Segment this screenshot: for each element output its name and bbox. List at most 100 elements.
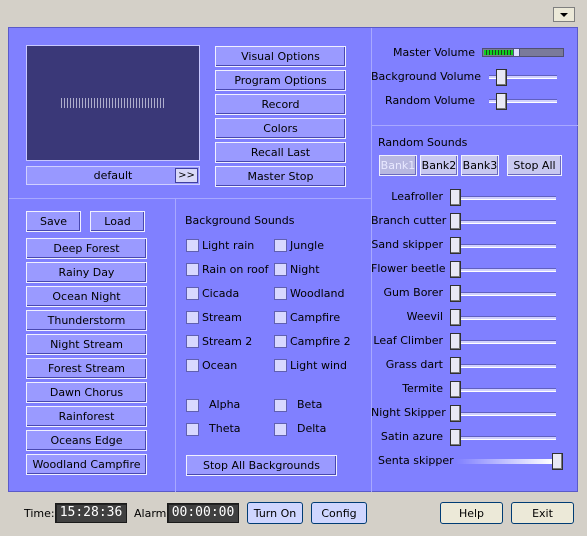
checkbox[interactable] [274, 423, 287, 436]
preset-rainforest-button[interactable]: Rainforest [26, 406, 147, 427]
alarm-display: 00:00:00 [167, 503, 239, 523]
preset-thunderstorm-button[interactable]: Thunderstorm [26, 310, 147, 331]
random-sound-label: Leaf Climber [373, 334, 443, 347]
background-sound-label: Campfire [290, 311, 341, 324]
random-sound-handle[interactable] [450, 333, 461, 350]
exit-button[interactable]: Exit [511, 502, 574, 524]
stop-all-backgrounds-button[interactable]: Stop All Backgrounds [186, 455, 337, 476]
random-sound-handle[interactable] [450, 285, 461, 302]
random-sound-label: Leafroller [391, 190, 443, 203]
random-sound-handle[interactable] [450, 213, 461, 230]
preset-forest-stream-button[interactable]: Forest Stream [26, 358, 147, 379]
random-sound-handle[interactable] [552, 453, 563, 470]
background-volume-handle[interactable] [496, 69, 507, 86]
checkbox[interactable] [186, 287, 199, 300]
preset-night-stream-button[interactable]: Night Stream [26, 334, 147, 355]
background-sound-label: Campfire 2 [290, 335, 351, 348]
random-sound-handle[interactable] [450, 237, 461, 254]
wave-beta-label: Beta [297, 398, 323, 411]
preset-dawn-chorus-button[interactable]: Dawn Chorus [26, 382, 147, 403]
preset-woodland-campfire-button[interactable]: Woodland Campfire [26, 454, 147, 475]
menu-dropdown-button[interactable] [553, 7, 575, 22]
bank1-button[interactable]: Bank1 [379, 155, 417, 176]
random-sound-handle[interactable] [450, 381, 461, 398]
random-sound-slider[interactable] [452, 244, 556, 248]
random-sound-slider[interactable] [452, 340, 556, 344]
random-sound-handle[interactable] [450, 357, 461, 374]
random-sound-slider[interactable] [452, 436, 556, 440]
wave-delta-label: Delta [297, 422, 327, 435]
random-sound-handle[interactable] [450, 261, 461, 278]
random-sound-slider[interactable] [452, 196, 556, 200]
main-panel: default >> Visual Options Program Option… [8, 27, 578, 492]
master-volume-handle[interactable] [513, 48, 520, 57]
load-button[interactable]: Load [90, 211, 145, 232]
checkbox[interactable] [274, 287, 287, 300]
checkbox[interactable] [274, 311, 287, 324]
random-sound-handle[interactable] [450, 405, 461, 422]
preset-deep-forest-button[interactable]: Deep Forest [26, 238, 147, 259]
bank2-button[interactable]: Bank2 [420, 155, 458, 176]
preset-rainy-day-button[interactable]: Rainy Day [26, 262, 147, 283]
checkbox[interactable] [186, 239, 199, 252]
master-volume-label: Master Volume [393, 46, 475, 59]
random-sound-handle[interactable] [450, 309, 461, 326]
turn-on-button[interactable]: Turn On [247, 502, 303, 524]
next-preset-button[interactable]: >> [175, 168, 198, 183]
checkbox[interactable] [274, 263, 287, 276]
colors-button[interactable]: Colors [215, 118, 346, 139]
random-sound-handle[interactable] [450, 189, 461, 206]
background-volume-label: Background Volume [371, 70, 482, 83]
divider [371, 125, 578, 126]
random-sound-slider[interactable] [452, 388, 556, 392]
random-sound-slider[interactable] [452, 292, 556, 296]
bank3-button[interactable]: Bank3 [461, 155, 499, 176]
record-button[interactable]: Record [215, 94, 346, 115]
checkbox[interactable] [186, 311, 199, 324]
master-volume-meter[interactable] [482, 48, 564, 57]
time-label: Time: [24, 507, 55, 520]
checkbox[interactable] [186, 423, 199, 436]
random-sound-label: Sand skipper [371, 238, 443, 251]
alarm-label: Alarm: [134, 507, 171, 520]
random-volume-handle[interactable] [496, 93, 507, 110]
master-stop-button[interactable]: Master Stop [215, 166, 346, 187]
random-sound-label: Flower beetle [371, 262, 446, 275]
random-sound-slider[interactable] [452, 316, 556, 320]
random-sound-slider[interactable] [452, 268, 556, 272]
random-sound-label: Branch cutter [371, 214, 447, 227]
window-topbar [0, 0, 587, 24]
preset-ocean-night-button[interactable]: Ocean Night [26, 286, 147, 307]
random-sound-label: Gum Borer [383, 286, 443, 299]
random-sounds-title: Random Sounds [378, 136, 468, 149]
stop-all-random-button[interactable]: Stop All [507, 155, 562, 176]
background-sound-label: Jungle [290, 239, 324, 252]
chevron-down-icon [560, 12, 568, 17]
program-options-button[interactable]: Program Options [215, 70, 346, 91]
config-button[interactable]: Config [311, 502, 367, 524]
random-sound-label: Senta skipper [378, 454, 454, 467]
random-sound-slider[interactable] [452, 220, 556, 224]
checkbox[interactable] [186, 359, 199, 372]
preset-oceans-edge-button[interactable]: Oceans Edge [26, 430, 147, 451]
save-button[interactable]: Save [26, 211, 81, 232]
random-sound-label: Satin azure [380, 430, 443, 443]
checkbox[interactable] [274, 359, 287, 372]
visual-options-button[interactable]: Visual Options [215, 46, 346, 67]
checkbox[interactable] [274, 335, 287, 348]
checkbox[interactable] [186, 263, 199, 276]
random-sound-slider[interactable] [452, 412, 556, 416]
checkbox[interactable] [186, 335, 199, 348]
random-sound-slider[interactable] [452, 364, 556, 368]
random-sound-handle[interactable] [450, 429, 461, 446]
checkbox[interactable] [186, 399, 199, 412]
recall-last-button[interactable]: Recall Last [215, 142, 346, 163]
time-display: 15:28:36 [55, 503, 127, 523]
random-sound-slider[interactable] [456, 459, 552, 464]
checkbox[interactable] [274, 239, 287, 252]
preset-name-display: default [26, 166, 200, 185]
checkbox[interactable] [274, 399, 287, 412]
help-button[interactable]: Help [440, 502, 503, 524]
divider [175, 199, 176, 492]
visual-preview-graphic [61, 98, 165, 108]
